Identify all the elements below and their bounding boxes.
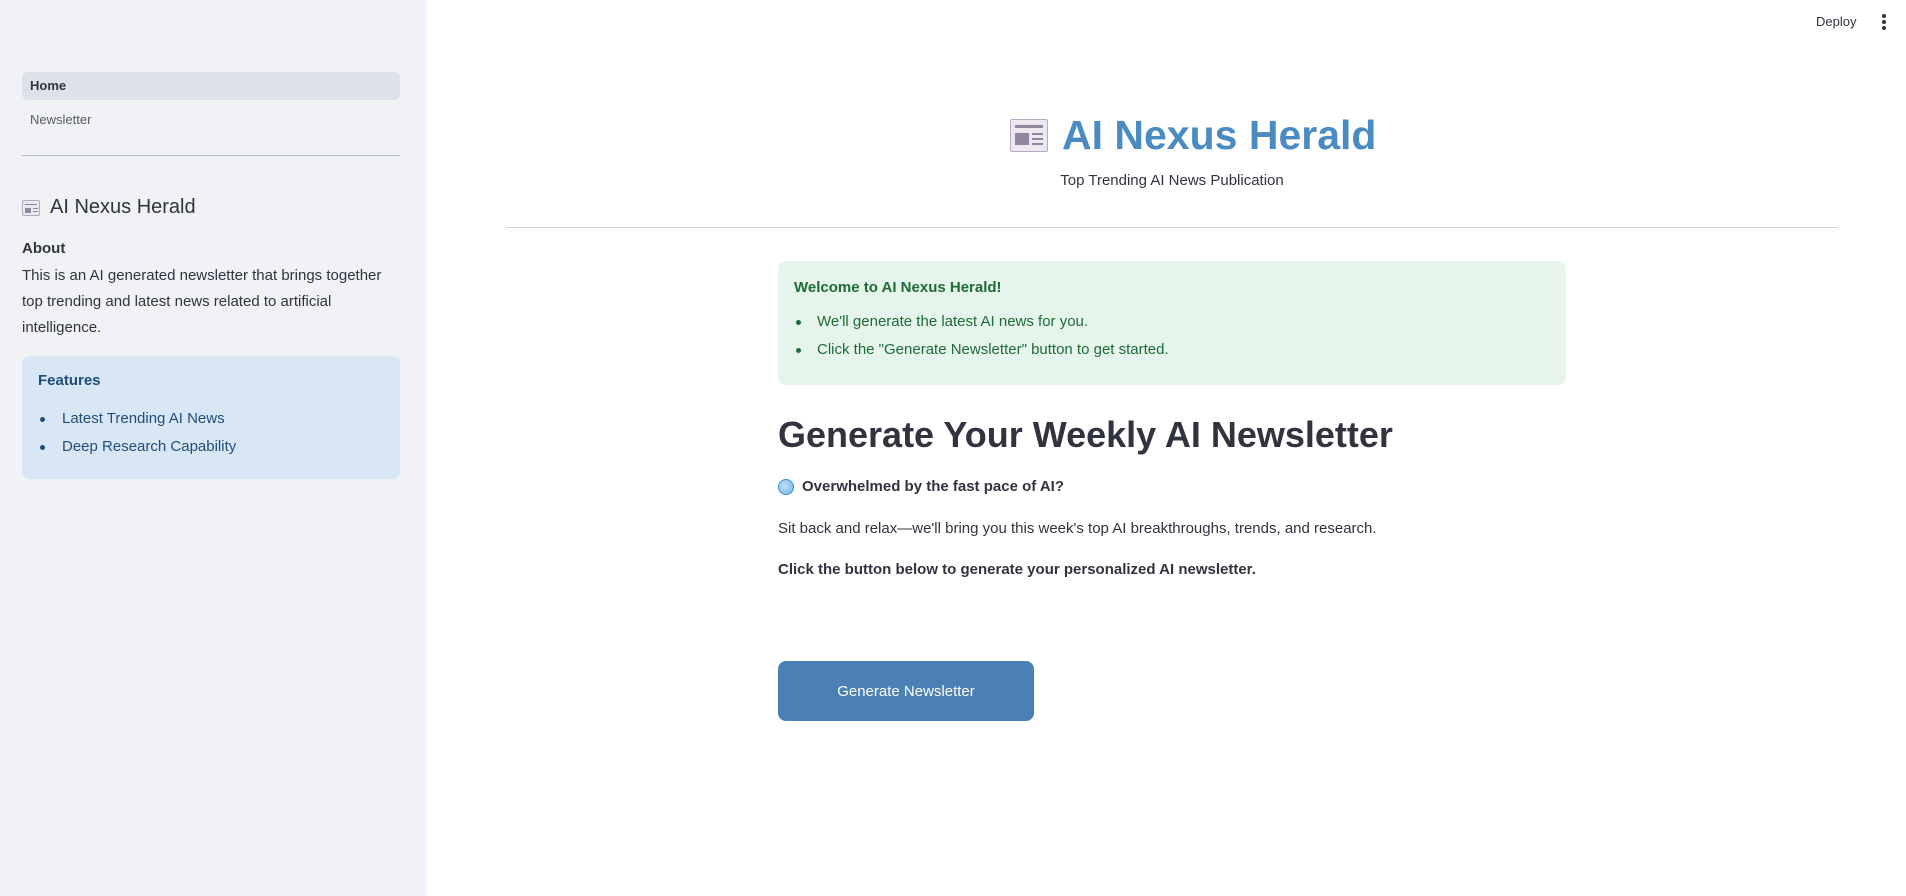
section-heading: Generate Your Weekly AI Newsletter <box>778 414 1393 455</box>
page-title-text: AI Nexus Herald <box>1062 112 1377 158</box>
newspaper-icon <box>1010 119 1048 152</box>
overwhelmed-line: Overwhelmed by the fast pace of AI? <box>778 478 1064 495</box>
about-text: This is an AI generated newsletter that … <box>22 267 382 336</box>
sidebar-item-newsletter[interactable]: Newsletter <box>22 106 400 134</box>
sidebar: Home Newsletter AI Nexus Herald About Th… <box>0 0 427 896</box>
sidebar-item-home[interactable]: Home <box>22 72 400 100</box>
sidebar-nav: Home Newsletter <box>22 72 400 140</box>
relax-text: Sit back and relax—we'll bring you this … <box>778 520 1377 537</box>
main-divider <box>506 227 1838 228</box>
newspaper-icon <box>22 199 40 216</box>
list-item: We'll generate the latest AI news for yo… <box>794 308 1550 336</box>
kebab-menu-icon[interactable] <box>1880 14 1888 32</box>
overwhelmed-text: Overwhelmed by the fast pace of AI? <box>802 478 1065 495</box>
list-item: Latest Trending AI News <box>38 405 384 433</box>
features-list: Latest Trending AI News Deep Research Ca… <box>38 405 384 461</box>
list-item: Click the "Generate Newsletter" button t… <box>794 336 1550 364</box>
welcome-alert: Welcome to AI Nexus Herald! We'll genera… <box>778 261 1566 385</box>
sidebar-title-text: AI Nexus Herald <box>50 196 196 218</box>
globe-icon <box>778 478 794 495</box>
welcome-list: We'll generate the latest AI news for yo… <box>794 308 1550 364</box>
features-box: Features Latest Trending AI News Deep Re… <box>22 356 400 479</box>
deploy-button[interactable]: Deploy <box>1816 14 1856 29</box>
generate-newsletter-button[interactable]: Generate Newsletter <box>778 661 1034 721</box>
welcome-title: Welcome to AI Nexus Herald! <box>794 279 1002 296</box>
sidebar-divider <box>22 155 400 156</box>
page-title: AI Nexus Herald <box>1010 112 1376 159</box>
page-subtitle: Top Trending AI News Publication <box>1060 172 1284 189</box>
instruction-text: Click the button below to generate your … <box>778 561 1256 578</box>
app-root: Home Newsletter AI Nexus Herald About Th… <box>0 0 1906 896</box>
list-item: Deep Research Capability <box>38 433 384 461</box>
about-label: About <box>22 240 66 257</box>
features-title: Features <box>38 372 101 389</box>
sidebar-title: AI Nexus Herald <box>22 196 196 219</box>
